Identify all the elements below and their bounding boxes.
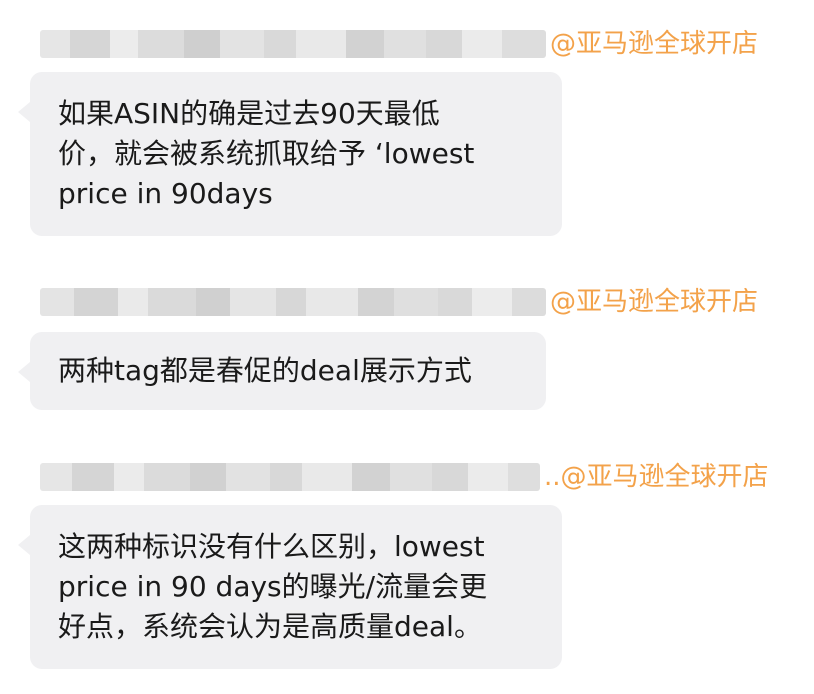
blurred-sender-name xyxy=(40,288,546,316)
message-text-line: price in 90 days的曝光/流量会更 xyxy=(58,570,488,603)
mention-tag[interactable]: @亚马逊全球开店 xyxy=(550,286,758,318)
message-text-line: 好点，系统会认为是高质量deal。 xyxy=(58,610,482,643)
sender-row: @亚马逊全球开店 xyxy=(40,28,758,60)
blurred-sender-name xyxy=(40,463,540,491)
sender-row: ..@亚马逊全球开店 xyxy=(40,461,769,493)
chat-thread: @亚马逊全球开店 如果ASIN的确是过去90天最低 价，就会被系统抓取给予 ‘l… xyxy=(0,0,814,694)
message-text-line: price in 90days xyxy=(58,177,273,210)
message-text-line: 这两种标识没有什么区别，lowest xyxy=(58,530,485,563)
message-bubble: 如果ASIN的确是过去90天最低 价，就会被系统抓取给予 ‘lowest pri… xyxy=(18,72,562,236)
message-bubble: 这两种标识没有什么区别，lowest price in 90 days的曝光/流… xyxy=(18,505,562,669)
mention-tag[interactable]: ..@亚马逊全球开店 xyxy=(544,461,769,493)
mention-tag[interactable]: @亚马逊全球开店 xyxy=(550,28,758,60)
message-text-line: 如果ASIN的确是过去90天最低 xyxy=(58,97,440,130)
sender-row: @亚马逊全球开店 xyxy=(40,286,758,318)
message-bubble: 两种tag都是春促的deal展示方式 xyxy=(18,332,546,410)
message-text-line: 价，就会被系统抓取给予 ‘lowest xyxy=(58,137,475,170)
message-text-line: 两种tag都是春促的deal展示方式 xyxy=(58,354,472,387)
blurred-sender-name xyxy=(40,30,546,58)
